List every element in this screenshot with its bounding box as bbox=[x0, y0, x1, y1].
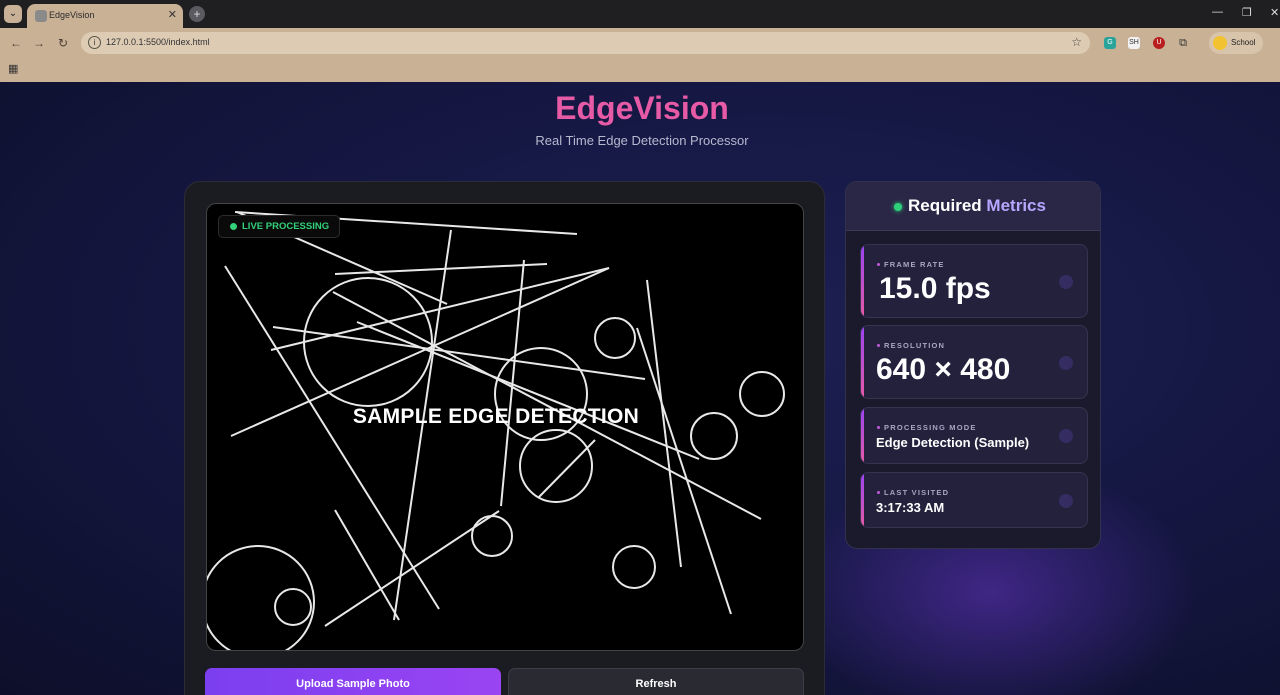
tab-close-icon[interactable]: ✕ bbox=[168, 8, 177, 21]
profile-button[interactable]: School bbox=[1209, 32, 1263, 54]
metric-value: 640 × 480 bbox=[876, 353, 1011, 386]
metric-accent-bar bbox=[861, 408, 864, 463]
site-info-icon[interactable]: i bbox=[88, 36, 101, 49]
back-arrow-icon[interactable]: ← bbox=[10, 36, 22, 50]
metric-orb-icon bbox=[1059, 275, 1073, 289]
live-badge-label: LIVE PROCESSING bbox=[242, 221, 330, 232]
metric-accent-bar bbox=[861, 326, 864, 398]
new-tab-button[interactable]: + bbox=[189, 6, 205, 22]
sh-extension-icon[interactable]: SH bbox=[1128, 37, 1140, 49]
metric-label: RESOLUTION bbox=[884, 341, 946, 350]
metric-orb-icon bbox=[1059, 429, 1073, 443]
metric-value: 15.0 fps bbox=[879, 272, 991, 305]
avatar bbox=[1213, 36, 1227, 50]
extensions-puzzle-icon[interactable]: ⧉ bbox=[1177, 37, 1189, 49]
label-dot-icon bbox=[877, 263, 880, 266]
metric-accent-bar bbox=[861, 245, 864, 317]
label-dot-icon bbox=[877, 426, 880, 429]
processing-card: LIVE PROCESSING SAMPLE EDGE DETECTION Up… bbox=[184, 181, 825, 695]
sample-overlay-text: SAMPLE EDGE DETECTION bbox=[352, 405, 640, 428]
metrics-title-main: Required bbox=[908, 196, 982, 215]
metric-value: 3:17:33 AM bbox=[876, 500, 945, 515]
browser-tab[interactable]: EdgeVision ✕ bbox=[27, 4, 183, 28]
metric-label: PROCESSING MODE bbox=[884, 423, 977, 432]
forward-arrow-icon[interactable]: → bbox=[33, 36, 45, 50]
metric-last-visited: LAST VISITED 3:17:33 AM bbox=[860, 472, 1088, 528]
url-text[interactable]: 127.0.0.1:5500/index.html bbox=[106, 37, 210, 47]
reload-icon[interactable]: ↻ bbox=[58, 36, 68, 50]
close-window-button[interactable]: ✕ bbox=[1270, 6, 1279, 19]
metric-resolution: RESOLUTION 640 × 480 bbox=[860, 325, 1088, 399]
metric-value: Edge Detection (Sample) bbox=[876, 435, 1030, 450]
metrics-header: Required Metrics bbox=[846, 182, 1100, 231]
metric-processing-mode: PROCESSING MODE Edge Detection (Sample) bbox=[860, 407, 1088, 464]
ublock-extension-icon[interactable]: U bbox=[1153, 37, 1165, 49]
metrics-panel: Required Metrics FRAME RATE 15.0 fps RES… bbox=[845, 181, 1101, 549]
browser-tab-bar: ⌄ EdgeVision ✕ + — ❐ ✕ bbox=[0, 0, 1280, 28]
grammarly-extension-icon[interactable]: G bbox=[1104, 37, 1116, 49]
upload-sample-photo-button[interactable]: Upload Sample Photo bbox=[205, 668, 501, 695]
live-processing-badge: LIVE PROCESSING bbox=[218, 215, 341, 238]
apps-grid-icon[interactable]: ▦ bbox=[8, 62, 18, 75]
metric-accent-bar bbox=[861, 473, 864, 527]
metrics-title: Required Metrics bbox=[908, 196, 1046, 216]
profile-name: School bbox=[1231, 38, 1256, 47]
metric-label: FRAME RATE bbox=[884, 260, 945, 269]
refresh-button[interactable]: Refresh bbox=[508, 668, 804, 695]
label-dot-icon bbox=[877, 344, 880, 347]
edge-canvas: LIVE PROCESSING SAMPLE EDGE DETECTION bbox=[206, 203, 804, 651]
page-subtitle: Real Time Edge Detection Processor bbox=[535, 133, 749, 148]
restore-button[interactable]: ❐ bbox=[1242, 6, 1252, 19]
browser-toolbar: ← → ↻ i 127.0.0.1:5500/index.html ☆ G SH… bbox=[0, 28, 1280, 82]
live-dot-icon bbox=[230, 223, 237, 230]
bookmark-star-icon[interactable]: ☆ bbox=[1071, 35, 1082, 49]
status-dot-icon bbox=[894, 203, 902, 211]
metric-label: LAST VISITED bbox=[884, 488, 950, 497]
address-bar[interactable]: i 127.0.0.1:5500/index.html ☆ bbox=[81, 32, 1090, 54]
tab-search-icon[interactable]: ⌄ bbox=[4, 5, 22, 23]
minimize-button[interactable]: — bbox=[1212, 6, 1223, 18]
page-background: EdgeVision Real Time Edge Detection Proc… bbox=[0, 82, 1280, 695]
tab-title: EdgeVision bbox=[49, 10, 95, 20]
page-title: EdgeVision bbox=[555, 90, 729, 126]
metric-orb-icon bbox=[1059, 356, 1073, 370]
label-dot-icon bbox=[877, 491, 880, 494]
favicon-icon bbox=[35, 10, 47, 22]
metric-orb-icon bbox=[1059, 494, 1073, 508]
metrics-title-accent: Metrics bbox=[986, 196, 1046, 215]
metric-frame-rate: FRAME RATE 15.0 fps bbox=[860, 244, 1088, 318]
